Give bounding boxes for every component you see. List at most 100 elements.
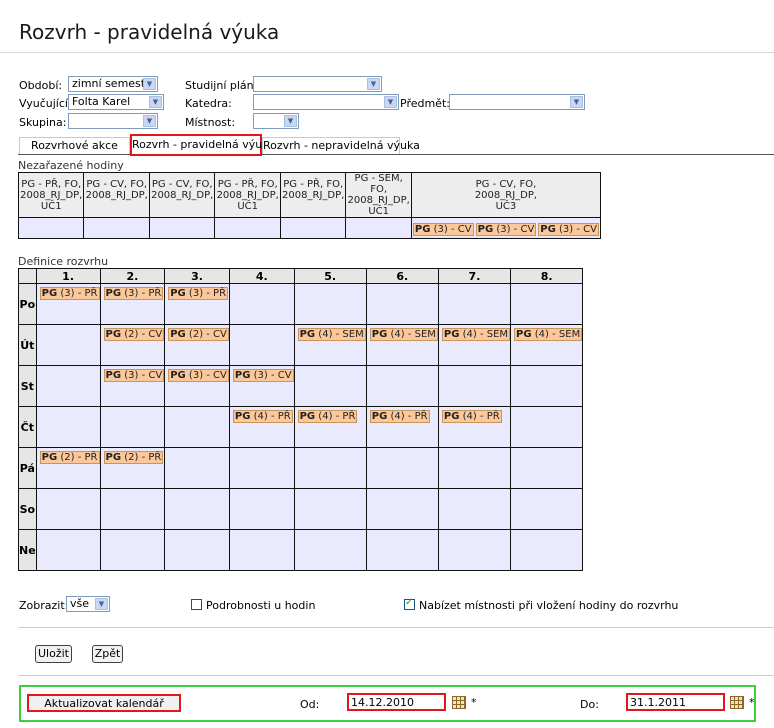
back-button[interactable]: Zpět bbox=[92, 645, 123, 663]
lesson-chip[interactable]: PG (3) - CV bbox=[232, 369, 294, 382]
katedra-select[interactable]: ▼ bbox=[253, 94, 399, 110]
update-calendar-button[interactable]: Aktualizovat kalendář bbox=[27, 694, 181, 712]
timetable-cell[interactable] bbox=[99, 529, 166, 571]
timetable-cell[interactable] bbox=[35, 324, 101, 366]
lesson-chip[interactable]: PG (2) - PŘ bbox=[39, 451, 100, 464]
timetable-cell[interactable] bbox=[365, 365, 439, 407]
timetable-cell[interactable] bbox=[510, 447, 584, 489]
timetable-cell[interactable] bbox=[35, 365, 101, 407]
timetable-cell[interactable] bbox=[228, 283, 295, 325]
timetable-cell[interactable]: PG (4) - PŘ bbox=[365, 406, 439, 448]
timetable-cell[interactable] bbox=[437, 447, 512, 489]
unassigned-cell[interactable] bbox=[148, 217, 216, 239]
lesson-chip[interactable]: PG (3) - CV bbox=[103, 369, 165, 382]
timetable-cell[interactable] bbox=[293, 283, 367, 325]
unassigned-cell[interactable] bbox=[345, 217, 412, 239]
lesson-chip[interactable]: PG (2) - PŘ bbox=[103, 451, 164, 464]
timetable-cell[interactable]: PG (2) - CV bbox=[99, 324, 166, 366]
timetable-cell[interactable] bbox=[510, 283, 584, 325]
unassigned-cell[interactable] bbox=[214, 217, 281, 239]
timetable-cell[interactable] bbox=[164, 488, 230, 530]
lesson-chip[interactable]: PG (4) - PŘ bbox=[232, 410, 293, 423]
timetable-cell[interactable]: PG (4) - SEM bbox=[293, 324, 367, 366]
timetable-cell[interactable] bbox=[437, 365, 512, 407]
timetable-cell[interactable] bbox=[437, 488, 512, 530]
timetable-cell[interactable] bbox=[99, 406, 166, 448]
timetable-cell[interactable] bbox=[293, 365, 367, 407]
unassigned-lesson-chip[interactable]: PG (3) - CV bbox=[538, 222, 599, 236]
timetable-cell[interactable]: PG (4) - PŘ bbox=[228, 406, 295, 448]
unassigned-cell[interactable]: PG (3) - CV PG (3) - CV PG (3) - CV bbox=[410, 217, 602, 239]
timetable-cell[interactable] bbox=[293, 529, 367, 571]
timetable-cell[interactable]: PG (3) - PŘ bbox=[35, 283, 101, 325]
save-button[interactable]: Uložit bbox=[35, 645, 72, 663]
lesson-chip[interactable]: PG (4) - SEM bbox=[514, 328, 583, 341]
timetable-cell[interactable]: PG (3) - CV bbox=[164, 365, 230, 407]
timetable-cell[interactable] bbox=[35, 529, 101, 571]
lesson-chip[interactable]: PG (3) - PŘ bbox=[168, 287, 229, 300]
lesson-chip[interactable]: PG (4) - SEM bbox=[369, 328, 438, 341]
lesson-chip[interactable]: PG (4) - PŘ bbox=[369, 410, 430, 423]
calendar-icon[interactable] bbox=[730, 696, 744, 709]
timetable-cell[interactable]: PG (4) - PŘ bbox=[293, 406, 367, 448]
timetable-cell[interactable]: PG (4) - PŘ bbox=[437, 406, 512, 448]
lesson-chip[interactable]: PG (2) - CV bbox=[168, 328, 229, 341]
skupina-select[interactable]: ▼ bbox=[68, 113, 158, 129]
timetable-cell[interactable] bbox=[510, 529, 584, 571]
timetable-cell[interactable]: PG (3) - PŘ bbox=[99, 283, 166, 325]
lesson-chip[interactable]: PG (3) - CV bbox=[168, 369, 229, 382]
timetable-cell[interactable] bbox=[228, 529, 295, 571]
timetable-cell[interactable]: PG (3) - CV bbox=[99, 365, 166, 407]
from-date-input[interactable]: 14.12.2010 bbox=[347, 693, 446, 711]
timetable-cell[interactable] bbox=[228, 488, 295, 530]
lesson-chip[interactable]: PG (4) - SEM bbox=[297, 328, 366, 341]
lesson-chip[interactable]: PG (4) - PŘ bbox=[297, 410, 358, 423]
timetable-cell[interactable] bbox=[365, 529, 439, 571]
timetable-cell[interactable] bbox=[228, 324, 295, 366]
timetable-cell[interactable]: PG (4) - SEM bbox=[510, 324, 584, 366]
timetable-cell[interactable]: PG (4) - SEM bbox=[365, 324, 439, 366]
timetable-cell[interactable] bbox=[510, 365, 584, 407]
obdobi-select[interactable]: zimní semestr ▼ bbox=[68, 76, 158, 92]
timetable-cell[interactable] bbox=[510, 406, 584, 448]
timetable-cell[interactable]: PG (2) - PŘ bbox=[99, 447, 166, 489]
lesson-chip[interactable]: PG (3) - PŘ bbox=[103, 287, 164, 300]
timetable-cell[interactable]: PG (2) - PŘ bbox=[35, 447, 101, 489]
lesson-chip[interactable]: PG (2) - CV bbox=[103, 328, 165, 341]
unassigned-cell[interactable] bbox=[83, 217, 150, 239]
timetable-cell[interactable]: PG (2) - CV bbox=[164, 324, 230, 366]
studijni-plan-select[interactable]: ▼ bbox=[253, 76, 382, 92]
mistnost-select[interactable]: ▼ bbox=[253, 113, 299, 129]
lesson-chip[interactable]: PG (3) - PŘ bbox=[39, 287, 100, 300]
vyucujici-select[interactable]: Folta Karel ▼ bbox=[68, 94, 164, 110]
timetable-cell[interactable] bbox=[437, 529, 512, 571]
timetable-cell[interactable] bbox=[35, 406, 101, 448]
unassigned-lesson-chip[interactable]: PG (3) - CV bbox=[475, 222, 537, 236]
timetable-cell[interactable] bbox=[293, 488, 367, 530]
unassigned-cell[interactable] bbox=[17, 217, 85, 239]
timetable-cell[interactable] bbox=[99, 488, 166, 530]
zobrazit-select[interactable]: vše ▼ bbox=[66, 596, 110, 612]
details-checkbox[interactable] bbox=[191, 599, 202, 610]
timetable-cell[interactable] bbox=[365, 283, 439, 325]
timetable-cell[interactable]: PG (3) - CV bbox=[228, 365, 295, 407]
timetable-cell[interactable] bbox=[164, 406, 230, 448]
lesson-chip[interactable]: PG (4) - PŘ bbox=[441, 410, 502, 423]
calendar-icon[interactable] bbox=[452, 696, 466, 709]
timetable-cell[interactable] bbox=[510, 488, 584, 530]
timetable-cell[interactable] bbox=[164, 447, 230, 489]
predmet-select[interactable]: ▼ bbox=[449, 94, 585, 110]
timetable-cell[interactable]: PG (3) - PŘ bbox=[164, 283, 230, 325]
timetable-cell[interactable] bbox=[35, 488, 101, 530]
timetable-cell[interactable] bbox=[293, 447, 367, 489]
tab-rozvrhove-akce[interactable]: Rozvrhové akce bbox=[19, 137, 130, 154]
to-date-input[interactable]: 31.1.2011 bbox=[626, 693, 725, 711]
timetable-cell[interactable] bbox=[437, 283, 512, 325]
unassigned-lesson-chip[interactable]: PG (3) - CV bbox=[412, 222, 474, 236]
timetable-cell[interactable] bbox=[228, 447, 295, 489]
timetable-cell[interactable] bbox=[164, 529, 230, 571]
timetable-cell[interactable]: PG (4) - SEM bbox=[437, 324, 512, 366]
rooms-checkbox[interactable] bbox=[404, 597, 415, 610]
tab-rozvrh-pravidelna[interactable]: Rozvrh - pravidelná výuka bbox=[130, 134, 275, 156]
tab-rozvrh-nepravidelna[interactable]: Rozvrh - nepravidelná výuka bbox=[262, 137, 420, 154]
